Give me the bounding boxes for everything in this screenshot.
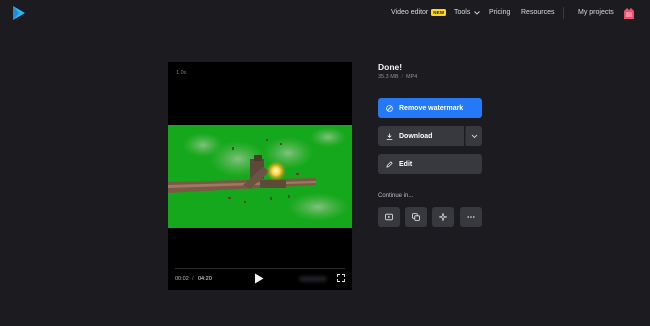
edit-label: Edit	[399, 160, 413, 168]
nav-tools[interactable]: Tools	[454, 9, 481, 16]
continue-video-player-button[interactable]	[378, 207, 400, 227]
nav-pricing[interactable]: Pricing	[489, 9, 510, 16]
meta-separator: /	[401, 74, 404, 80]
continue-effects-button[interactable]	[432, 207, 454, 227]
avatar[interactable]	[621, 5, 637, 21]
file-format: MP4	[406, 74, 418, 80]
nav-video-editor[interactable]: Video editor NEW	[391, 9, 447, 16]
progress-bar[interactable]	[175, 268, 345, 269]
nav-tools-label: Tools	[454, 9, 471, 16]
merge-icon	[412, 213, 420, 221]
nav-resources[interactable]: Resources	[521, 9, 554, 16]
play-icon[interactable]	[254, 273, 264, 284]
pencil-icon	[386, 160, 393, 168]
remove-watermark-button[interactable]: Remove watermark	[378, 98, 482, 118]
remove-watermark-label: Remove watermark	[399, 104, 464, 112]
playback-speed[interactable]: 1.0x	[176, 70, 186, 76]
sparkle-icon	[439, 213, 447, 221]
continue-more-button[interactable]	[460, 207, 482, 227]
more-icon	[467, 216, 475, 218]
continue-in-label: Continue in...	[378, 193, 414, 199]
time-separator: /	[192, 276, 194, 282]
volume-control[interactable]	[299, 276, 327, 282]
new-badge: NEW	[431, 9, 447, 16]
edit-button[interactable]: Edit	[378, 154, 482, 174]
logo-icon[interactable]	[12, 5, 26, 21]
video-player-icon	[385, 213, 393, 221]
nav-video-editor-label: Video editor	[391, 9, 429, 16]
result-title: Done!	[378, 62, 403, 72]
chevron-down-icon	[471, 134, 477, 138]
download-icon	[386, 132, 393, 140]
download-options-button[interactable]	[465, 126, 482, 146]
video-frame	[168, 125, 352, 228]
total-time: 04:20	[198, 276, 212, 282]
no-watermark-icon	[386, 104, 393, 112]
video-frame-image	[168, 127, 348, 221]
continue-merge-button[interactable]	[405, 207, 427, 227]
nav-divider	[563, 7, 564, 19]
fullscreen-icon[interactable]	[337, 274, 345, 282]
download-label: Download	[399, 132, 433, 140]
nav-my-projects[interactable]: My projects	[578, 9, 614, 16]
download-button[interactable]: Download	[378, 126, 464, 146]
current-time: 00:02	[175, 276, 189, 282]
top-bar: Video editor NEW Tools Pricing Resources…	[0, 0, 650, 28]
video-player[interactable]: 1.0x 00:02 / 04:20	[168, 62, 352, 290]
file-meta: 35.3 MB / MP4	[378, 74, 417, 80]
chevron-down-icon	[474, 10, 481, 15]
file-size: 35.3 MB	[378, 74, 399, 80]
